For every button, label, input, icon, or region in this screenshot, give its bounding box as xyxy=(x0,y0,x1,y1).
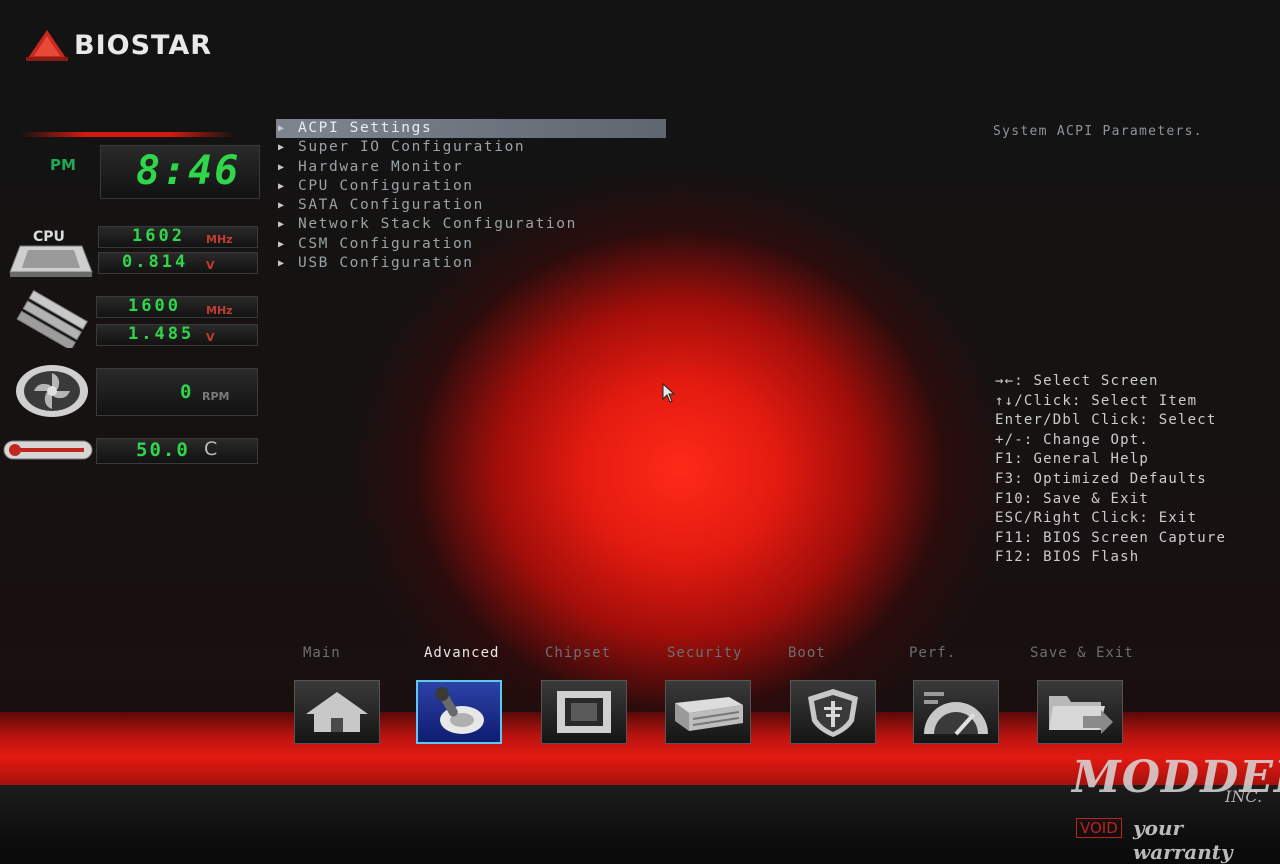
arrow-right-icon: ▶ xyxy=(278,123,286,134)
logo-text: BIOSTAR xyxy=(74,29,213,61)
arrow-right-icon: ▶ xyxy=(278,142,286,154)
tab-advanced[interactable]: Advanced xyxy=(424,645,499,661)
tab-main[interactable]: Main xyxy=(303,645,341,661)
clock-time: 8:46 xyxy=(136,148,241,194)
watermark-inc: INC. xyxy=(1225,787,1263,806)
logo-icon xyxy=(26,30,68,61)
mem-freq-unit: MHz xyxy=(206,304,233,317)
cpu-frequency: 1602 xyxy=(132,226,185,246)
arrow-right-icon: ▶ xyxy=(278,258,286,270)
menu-item-super-io[interactable]: ▶ Super IO Configuration xyxy=(276,138,676,157)
key-hint: ↑↓/Click: Select Item xyxy=(995,392,1198,409)
chip-icon xyxy=(557,691,611,733)
key-legend: →←: Select Screen ↑↓/Click: Select Item … xyxy=(995,372,1226,568)
tab-boot[interactable]: Boot xyxy=(788,645,826,661)
watermark-void: VOID xyxy=(1076,818,1122,838)
clock-period: PM xyxy=(50,156,76,174)
logo-underline xyxy=(20,132,235,137)
arrow-right-icon: ▶ xyxy=(278,161,286,173)
memory-voltage: 1.485 xyxy=(128,324,195,344)
biostar-logo: BIOSTAR xyxy=(26,28,212,62)
menu-item-hardware-monitor[interactable]: ▶ Hardware Monitor xyxy=(276,158,676,177)
fan-rpm-unit: RPM xyxy=(202,390,230,403)
key-hint: →←: Select Screen xyxy=(995,373,1159,389)
shield-icon xyxy=(808,689,858,737)
tab-perf-button[interactable] xyxy=(913,680,999,744)
bios-screen: BIOSTAR PM 8:46 CPU 1602 MHz 0.814 V 160… xyxy=(0,0,1280,790)
fan-rpm: 0 xyxy=(180,381,192,403)
joystick-icon xyxy=(435,687,484,734)
tab-save-exit[interactable]: Save & Exit xyxy=(1030,645,1134,661)
home-icon xyxy=(306,692,368,732)
cpu-voltage: 0.814 xyxy=(122,252,189,272)
key-hint: +/-: Change Opt. xyxy=(995,431,1150,448)
menu-item-usb-configuration[interactable]: ▶ USB Configuration xyxy=(276,254,676,273)
fan-panel xyxy=(96,368,258,416)
cpu-volt-unit: V xyxy=(206,259,215,272)
speedometer-icon xyxy=(924,692,988,736)
key-hint: F3: Optimized Defaults xyxy=(995,470,1207,487)
menu-item-sata-configuration[interactable]: ▶ SATA Configuration xyxy=(276,196,676,215)
temp-value: 50.0 xyxy=(136,439,190,461)
tab-chipset[interactable]: Chipset xyxy=(545,645,611,661)
key-hint: ESC/Right Click: Exit xyxy=(995,510,1198,527)
memory-frequency: 1600 xyxy=(128,296,181,316)
advanced-menu: ▶ ACPI Settings ▶ Super IO Configuration ▶… xyxy=(276,119,676,273)
tab-main-button[interactable] xyxy=(294,680,380,744)
tab-boot-button[interactable] xyxy=(790,680,876,744)
folder-exit-icon xyxy=(1049,696,1113,734)
key-hint: F12: BIOS Flash xyxy=(995,549,1140,566)
menu-item-acpi-settings[interactable]: ▶ ACPI Settings xyxy=(276,119,666,139)
fan-icon xyxy=(16,365,88,417)
arrow-right-icon: ▶ xyxy=(278,238,286,250)
watermark-warranty: your warranty xyxy=(1133,816,1233,864)
server-icon xyxy=(675,697,743,731)
cpu-label: CPU xyxy=(33,229,65,245)
cpu-icon xyxy=(9,245,93,277)
key-hint: F11: BIOS Screen Capture xyxy=(995,529,1227,546)
menu-item-cpu-configuration[interactable]: ▶ CPU Configuration xyxy=(276,177,676,196)
key-hint: F10: Save & Exit xyxy=(995,490,1150,507)
key-hint: Enter/Dbl Click: Select xyxy=(995,412,1217,429)
tab-security[interactable]: Security xyxy=(667,645,742,661)
tab-perf[interactable]: Perf. xyxy=(909,645,956,661)
tab-advanced-button[interactable] xyxy=(416,680,502,744)
thermometer-icon xyxy=(3,440,93,460)
tab-save-exit-button[interactable] xyxy=(1037,680,1123,744)
mouse-cursor-icon xyxy=(662,383,676,403)
arrow-right-icon: ▶ xyxy=(278,200,286,212)
tab-chipset-button[interactable] xyxy=(541,680,627,744)
tab-security-button[interactable] xyxy=(665,680,751,744)
memory-icon xyxy=(16,290,89,348)
key-hint: F1: General Help xyxy=(995,451,1150,468)
menu-item-network-stack[interactable]: ▶ Network Stack Configuration xyxy=(276,215,676,234)
cpu-freq-unit: MHz xyxy=(206,233,233,246)
arrow-right-icon: ▶ xyxy=(278,219,286,231)
arrow-right-icon: ▶ xyxy=(278,180,286,192)
menu-item-csm-configuration[interactable]: ▶ CSM Configuration xyxy=(276,235,676,254)
temp-unit: C xyxy=(204,438,218,460)
mem-volt-unit: V xyxy=(206,331,215,344)
help-description: System ACPI Parameters. xyxy=(993,124,1203,139)
